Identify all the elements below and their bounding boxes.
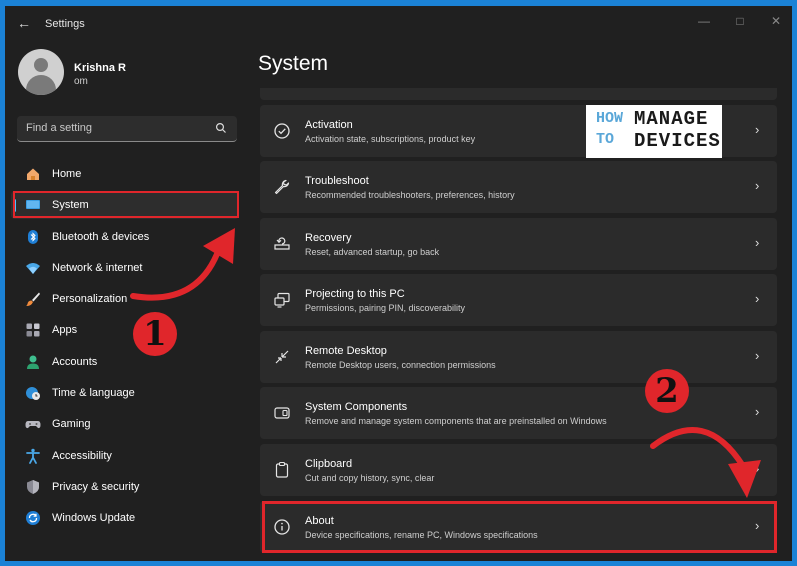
card-title: Troubleshoot xyxy=(305,175,369,187)
avatar[interactable] xyxy=(18,49,64,95)
components-icon xyxy=(274,407,290,419)
bluetooth-icon xyxy=(28,230,38,244)
scrolled-card-edge xyxy=(260,88,777,100)
sidebar-item-label: Bluetooth & devices xyxy=(52,231,150,243)
card-remote-desktop[interactable]: Remote Desktop Remote Desktop users, con… xyxy=(260,331,777,383)
card-subtitle: Activation state, subscriptions, product… xyxy=(305,134,476,144)
card-troubleshoot[interactable]: Troubleshoot Recommended troubleshooters… xyxy=(260,161,777,213)
sidebar-item-label: Home xyxy=(52,168,82,180)
sidebar-item-label: Privacy & security xyxy=(52,481,140,493)
chevron-right-icon: › xyxy=(755,348,760,363)
search-input[interactable] xyxy=(17,116,207,140)
highlight-box-system xyxy=(13,191,239,218)
settings-window: ← Settings — □ ✕ Krishna R om Home Syste… xyxy=(5,6,792,561)
sidebar-item-label: Accounts xyxy=(52,356,98,368)
sidebar-item-time-language[interactable]: Time & language xyxy=(11,379,239,407)
howtomanagedevices-logo: HOW MANAGE TO DEVICES xyxy=(586,105,722,158)
chevron-right-icon: › xyxy=(755,291,760,306)
apps-icon xyxy=(26,323,40,337)
card-title: Clipboard xyxy=(305,458,353,470)
card-subtitle: Recommended troubleshooters, preferences… xyxy=(305,190,515,200)
chevron-right-icon: › xyxy=(755,235,760,250)
card-subtitle: Remote Desktop users, connection permiss… xyxy=(305,360,496,370)
sidebar-item-gaming[interactable]: Gaming xyxy=(11,410,239,438)
highlight-box-about xyxy=(262,501,777,553)
title-bar: ← Settings — □ ✕ xyxy=(5,6,792,40)
sidebar-item-label: Time & language xyxy=(52,387,135,399)
sidebar-item-label: Accessibility xyxy=(52,450,112,462)
accessibility-icon xyxy=(26,448,40,464)
logo-text-to: TO xyxy=(596,131,615,148)
home-icon xyxy=(27,168,39,180)
card-clipboard[interactable]: Clipboard Cut and copy history, sync, cl… xyxy=(260,444,777,496)
back-arrow-icon[interactable]: ← xyxy=(15,15,33,31)
shield-icon xyxy=(27,480,39,494)
sidebar-item-accounts[interactable]: Accounts xyxy=(11,348,239,376)
card-projecting[interactable]: Projecting to this PC Permissions, pairi… xyxy=(260,274,777,326)
chevron-right-icon: › xyxy=(755,178,760,193)
projector-icon xyxy=(274,292,290,308)
sidebar-item-label: Personalization xyxy=(52,293,128,305)
card-title: Remote Desktop xyxy=(305,345,387,357)
sidebar-item-apps[interactable]: Apps xyxy=(11,316,239,344)
card-title: Projecting to this PC xyxy=(305,288,405,300)
logo-text-manage: MANAGE xyxy=(634,108,709,130)
search-box[interactable] xyxy=(17,116,237,142)
card-recovery[interactable]: Recovery Reset, advanced startup, go bac… xyxy=(260,218,777,270)
check-circle-icon xyxy=(274,123,290,139)
chevron-right-icon: › xyxy=(755,404,760,419)
step-badge-2: 2 xyxy=(645,369,689,413)
card-subtitle: Permissions, pairing PIN, discoverabilit… xyxy=(305,303,466,313)
gamepad-icon xyxy=(25,421,41,429)
globe-clock-icon xyxy=(26,387,40,400)
sidebar-item-windows-update[interactable]: Windows Update xyxy=(11,504,239,532)
remote-desktop-icon xyxy=(275,350,289,364)
card-subtitle: Cut and copy history, sync, clear xyxy=(305,473,435,483)
brush-icon xyxy=(26,292,40,307)
recovery-icon xyxy=(274,237,290,250)
chevron-right-icon: › xyxy=(755,122,760,137)
close-button[interactable]: ✕ xyxy=(759,10,792,32)
minimize-button[interactable]: — xyxy=(687,10,721,32)
user-email: om xyxy=(74,76,88,87)
page-title: System xyxy=(258,52,329,75)
sidebar-item-home[interactable]: Home xyxy=(11,160,239,188)
update-icon xyxy=(26,511,40,525)
sidebar-item-accessibility[interactable]: Accessibility xyxy=(11,442,239,470)
card-title: System Components xyxy=(305,401,408,413)
sidebar-item-label: Windows Update xyxy=(52,512,136,524)
card-subtitle: Remove and manage system components that… xyxy=(305,416,607,426)
card-title: Recovery xyxy=(305,232,352,244)
search-icon[interactable] xyxy=(215,122,227,134)
wifi-icon xyxy=(26,263,40,274)
logo-text-devices: DEVICES xyxy=(634,130,721,152)
app-title: Settings xyxy=(45,18,85,30)
step-badge-1: 1 xyxy=(133,312,177,356)
annotation-arrow-2 xyxy=(650,427,761,498)
clipboard-icon xyxy=(275,461,289,478)
sidebar-item-label: Gaming xyxy=(52,418,91,430)
logo-text-how: HOW xyxy=(596,110,624,127)
maximize-button[interactable]: □ xyxy=(723,10,757,32)
sidebar-item-label: Apps xyxy=(52,324,78,336)
card-title: Activation xyxy=(305,119,353,131)
wrench-icon xyxy=(274,179,290,195)
card-subtitle: Reset, advanced startup, go back xyxy=(305,247,440,257)
person-icon xyxy=(27,355,39,369)
sidebar-item-label: Network & internet xyxy=(52,262,143,274)
sidebar-item-privacy-security[interactable]: Privacy & security xyxy=(11,473,239,501)
sidebar-item-personalization[interactable]: Personalization xyxy=(11,285,239,313)
user-name: Krishna R xyxy=(74,62,126,74)
